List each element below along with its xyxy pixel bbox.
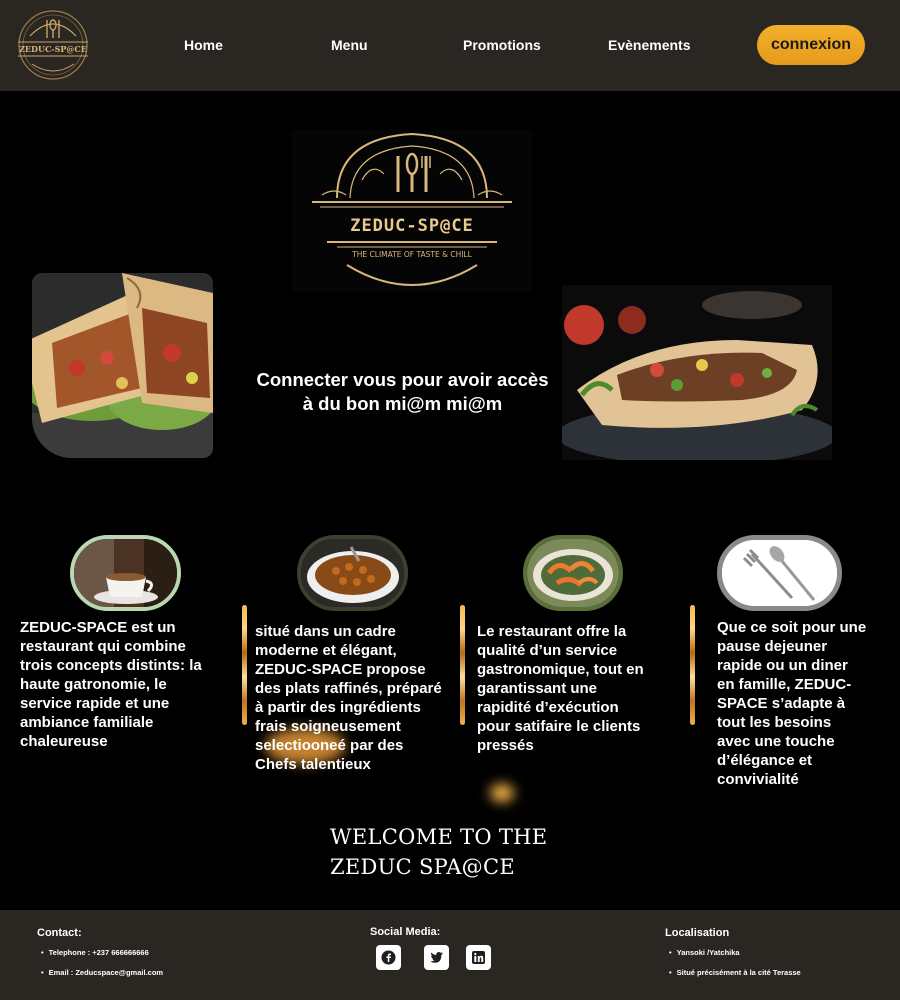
footer: Contact: Telephone : +237 666666666 Emai… <box>0 910 900 1000</box>
feature-text-4: Que ce soit pour une pause dejeuner rapi… <box>717 619 867 788</box>
login-prompt-line1: Connecter vous pour avoir accès <box>256 369 549 390</box>
location-line-2: Situé précisément à la cité Terasse <box>669 968 801 977</box>
hero-logo-title: ZEDUC-SP@CE <box>350 216 474 236</box>
contact-title: Contact: <box>37 927 82 939</box>
wrap-image-right <box>562 285 832 460</box>
login-prompt: Connecter vous pour avoir accès à du bon… <box>230 368 575 416</box>
location-line-1: Yansoki /Yatchika <box>669 948 740 957</box>
nav-menu[interactable]: Menu <box>331 37 368 53</box>
cutlery-image <box>717 535 842 611</box>
hero-logo-tagline: THE CLIMATE OF TASTE & CHILL <box>351 250 472 259</box>
linkedin-icon[interactable] <box>466 945 491 970</box>
hero-logo: ZEDUC-SP@CE THE CLIMATE OF TASTE & CHILL <box>292 130 532 292</box>
feature-text-2: situé dans un cadre moderne et élégant, … <box>255 623 442 773</box>
wrap-image-left <box>32 273 213 458</box>
connexion-button[interactable]: connexion <box>757 25 865 65</box>
brand-logo[interactable]: ZEDUC-SP@CE <box>10 8 96 82</box>
welcome-line2: ZEDUC SPA@CE <box>330 855 515 879</box>
coffee-cup-image <box>70 535 181 611</box>
nav-home[interactable]: Home <box>184 37 223 53</box>
welcome-heading: WELCOME TO THE ZEDUC SPA@CE <box>330 822 547 882</box>
top-navbar: ZEDUC-SP@CE Home Menu Promotions Evèneme… <box>0 0 900 91</box>
social-title: Social Media: <box>370 926 441 938</box>
facebook-icon[interactable] <box>376 945 401 970</box>
divider-bar-2 <box>460 605 465 725</box>
login-prompt-line2: à du bon mi@m mi@m <box>302 393 503 414</box>
divider-bar-3 <box>690 605 695 725</box>
twitter-icon[interactable] <box>424 945 449 970</box>
nav-promotions[interactable]: Promotions <box>463 37 541 53</box>
plated-dish-image <box>297 535 408 611</box>
feature-text-3: Le restaurant offre la qualité d’un serv… <box>477 623 644 754</box>
contact-email[interactable]: Email : Zeducspace@gmail.com <box>41 968 163 977</box>
nav-evenements[interactable]: Evènements <box>608 37 690 53</box>
welcome-line1: WELCOME TO THE <box>330 825 548 849</box>
contact-phone: Telephone : +237 666666666 <box>41 948 149 957</box>
brand-logo-text: ZEDUC-SP@CE <box>19 44 87 54</box>
divider-bar-1 <box>242 605 247 725</box>
blur-decoration-small <box>490 784 514 802</box>
feature-text-1: ZEDUC-SPACE est un restaurant qui combin… <box>20 619 202 750</box>
location-title: Localisation <box>665 927 730 939</box>
shrimp-plate-image <box>523 535 623 611</box>
